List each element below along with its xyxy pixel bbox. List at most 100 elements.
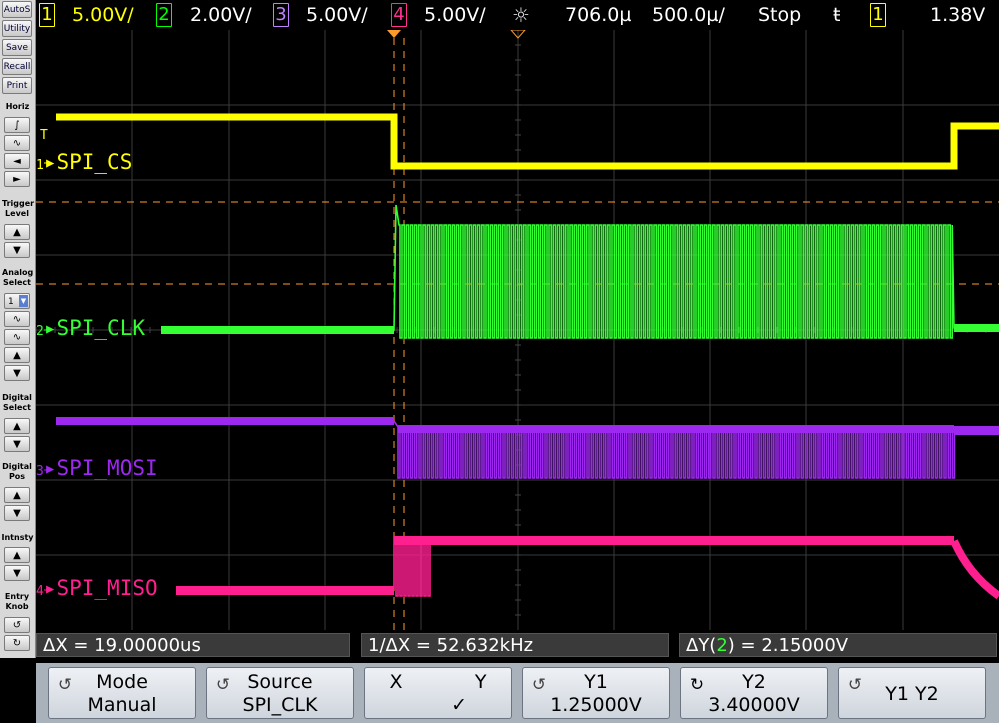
intensity-down-icon[interactable]: ▼ (4, 565, 30, 581)
ch4-scale: 5.00V/ (424, 4, 486, 26)
delta-y-readout: ΔY(2) = 2.15000V (679, 633, 997, 657)
digital-pos-label: Digital Pos (2, 462, 32, 481)
time-scale: 500.0µ/ (652, 4, 725, 26)
mode-softkey[interactable]: ↺ Mode Manual (48, 667, 196, 719)
mode-softkey-value: Manual (87, 694, 157, 716)
intensity-label: Intnsty (1, 533, 34, 542)
save-button[interactable]: Save (2, 39, 32, 56)
analog-select-value: 1 (8, 297, 14, 307)
waveform-display[interactable]: T 1▸SPI_CS 2▸SPI_CLK 3▸SPI_MOSI 4▸SPI_MI… (36, 30, 999, 630)
trigger-up-icon[interactable]: ▲ (4, 224, 30, 240)
autoscale-button[interactable]: AutoS (2, 1, 32, 18)
ch1-label: SPI_CS (56, 150, 133, 174)
ch1-scale: 5.00V/ (72, 4, 134, 26)
y1-softkey-title: Y1 (584, 671, 608, 693)
digital-select-up-icon[interactable]: ▲ (4, 418, 30, 434)
ch2-idle-band (161, 326, 394, 334)
print-button[interactable]: Print (2, 77, 32, 94)
trigger-down-icon[interactable]: ▼ (4, 242, 30, 258)
trigger-point-icon (387, 30, 401, 38)
ch4-label: SPI_MISO (56, 576, 158, 600)
y1-softkey-value: 1.25000V (550, 694, 642, 716)
time-position: 706.0µ (565, 4, 632, 26)
ch3-scale: 5.00V/ (306, 4, 368, 26)
trigger-channel-badge: 1 (870, 3, 886, 27)
trigger-level-label: Trigger Level (2, 199, 35, 218)
top-status-bar: 1 5.00V/ 2 2.00V/ 3 5.00V/ 4 5.00V/ ☼ 70… (0, 0, 999, 30)
ch4-trace-label: 4▸SPI_MISO (36, 576, 158, 600)
ch3-idle-band (56, 417, 394, 425)
mode-softkey-title: Mode (96, 671, 148, 693)
trigger-marker: T (40, 128, 48, 143)
horiz-wave-icon[interactable]: ∿ (4, 135, 30, 151)
analog-up-icon[interactable]: ▲ (4, 347, 30, 363)
xy-softkey-title: X Y (389, 671, 487, 693)
chevron-down-icon: ▼ (19, 295, 28, 307)
ch1-trace (56, 113, 999, 170)
y1-y2-softkey[interactable]: ↺ Y1 Y2 (838, 667, 986, 719)
digital-pos-down-icon[interactable]: ▼ (4, 505, 30, 521)
ch4-badge[interactable]: 4 (391, 3, 407, 27)
run-state[interactable]: Stop (758, 3, 801, 27)
analog-select-dropdown[interactable]: 1 ▼ (4, 293, 30, 309)
entry-knob-ccw-icon[interactable]: ↺ (4, 617, 30, 633)
analog-wave-icon[interactable]: ∿ (4, 329, 30, 345)
entry-knob-cw-icon[interactable]: ↻ (4, 635, 30, 651)
ch3-label: SPI_MOSI (56, 456, 158, 480)
source-softkey-value: SPI_CLK (242, 694, 318, 716)
left-control-panel: AutoS Utility Save Recall Print Horiz ∫ … (0, 0, 36, 658)
analog-select-label: Analog Select (2, 268, 34, 287)
ch2-idle-band-end (954, 324, 999, 332)
digital-pos-up-icon[interactable]: ▲ (4, 487, 30, 503)
digital-select-label: Digital Select (2, 393, 32, 412)
ch4-idle-band (176, 586, 394, 595)
ch3-high-band (398, 425, 954, 433)
time-ref-icon: ☼ (512, 3, 530, 27)
delta-y-channel: 2 (716, 635, 728, 656)
horiz-left-icon[interactable]: ◄ (4, 153, 30, 169)
ch2-trace (161, 204, 999, 339)
ch2-marker: 2 (36, 324, 44, 339)
digital-select-down-icon[interactable]: ▼ (4, 436, 30, 452)
horiz-pulse-icon[interactable]: ∫ (4, 117, 30, 133)
measurement-bar: ΔX = 19.00000us 1/ΔX = 52.632kHz ΔY(2) =… (36, 630, 999, 663)
source-softkey[interactable]: ↺ Source SPI_CLK (206, 667, 354, 719)
ch3-badge[interactable]: 3 (273, 3, 289, 27)
ch2-trace-label: 2▸SPI_CLK (36, 316, 145, 340)
horiz-right-icon[interactable]: ► (4, 171, 30, 187)
analog-down-icon[interactable]: ▼ (4, 365, 30, 381)
inverse-delta-x-readout: 1/ΔX = 52.632kHz (361, 633, 669, 657)
delta-x-readout: ΔX = 19.00000us (36, 633, 350, 657)
y1-softkey[interactable]: ↺ Y1 1.25000V (522, 667, 670, 719)
xy-softkey[interactable]: X Y ✓ (364, 667, 512, 719)
analog-pulse-icon[interactable]: ∿ (4, 311, 30, 327)
entry-knob-label: Entry Knob (4, 592, 30, 611)
waveform-canvas (36, 30, 999, 630)
y2-softkey-value: 3.40000V (708, 694, 800, 716)
ch3-marker: 3 (36, 464, 44, 479)
ch1-badge[interactable]: 1 (39, 3, 55, 27)
ch2-scale: 2.00V/ (190, 4, 252, 26)
y1-y2-softkey-value: Y1 Y2 (885, 683, 939, 705)
trigger-level: 1.38V (930, 4, 986, 26)
trigger-edge-icon: ŧ (833, 4, 841, 26)
delta-y-suffix: ) = 2.15000V (727, 635, 849, 656)
intensity-up-icon[interactable]: ▲ (4, 547, 30, 563)
ch4-decay (950, 539, 999, 600)
ch2-badge[interactable]: 2 (156, 3, 172, 27)
y2-softkey-title: Y2 (742, 671, 766, 693)
y2-softkey[interactable]: ↻ Y2 3.40000V (680, 667, 828, 719)
softkey-bar: ↺ Mode Manual ↺ Source SPI_CLK X Y ✓ ↺ Y… (36, 663, 999, 723)
ch4-high-band (394, 536, 954, 545)
ch3-trace-label: 3▸SPI_MOSI (36, 456, 158, 480)
source-softkey-title: Source (247, 671, 313, 693)
utility-button[interactable]: Utility (2, 20, 32, 37)
ch1-trace-label: 1▸SPI_CS (36, 150, 133, 174)
ch3-idle-band-end (954, 426, 999, 435)
check-icon: ✓ (451, 694, 467, 716)
ch1-marker: 1 (36, 158, 44, 173)
ch4-marker: 4 (36, 584, 44, 599)
delta-y-prefix: ΔY( (686, 635, 717, 656)
horiz-label: Horiz (5, 102, 30, 111)
recall-button[interactable]: Recall (2, 58, 32, 75)
